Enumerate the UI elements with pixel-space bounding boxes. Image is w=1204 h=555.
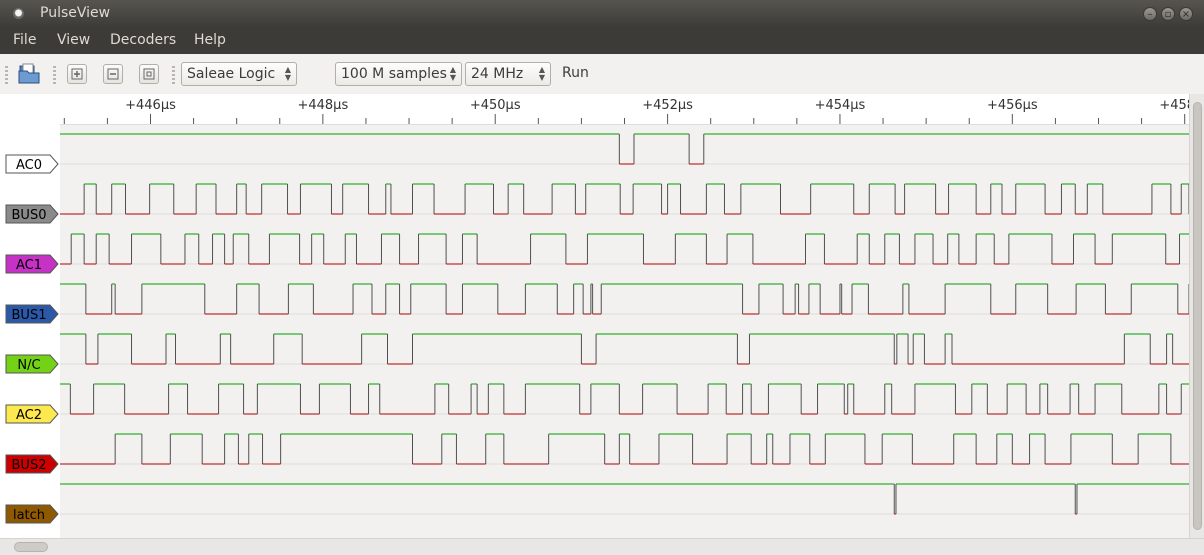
zoom-in-icon (71, 68, 83, 80)
run-button[interactable]: Run (562, 65, 589, 81)
close-button[interactable]: × (1179, 7, 1193, 21)
channel-name: latch (13, 508, 45, 523)
sample-rate-value: 24 MHz (471, 66, 524, 82)
vertical-scrollbar[interactable] (1189, 94, 1204, 538)
trace-bus0 (60, 183, 1189, 215)
toolbar-grip-3[interactable] (172, 66, 175, 84)
trace-latch (60, 483, 1189, 515)
channel-label-bus1[interactable]: BUS1 (5, 304, 59, 324)
channel-name: BUS0 (12, 208, 47, 223)
trace-ac0 (60, 133, 1189, 165)
menu-help[interactable]: Help (194, 32, 226, 48)
maximize-button[interactable]: ▫ (1161, 7, 1175, 21)
menu-decoders[interactable]: Decoders (110, 32, 176, 48)
channel-label-latch[interactable]: latch (5, 504, 59, 524)
device-select[interactable]: Saleae Logic ▲ ▼ (181, 62, 297, 86)
ruler-tick-label: +448µs (297, 98, 348, 113)
trace-ac2 (60, 383, 1189, 415)
device-select-value: Saleae Logic (187, 66, 276, 82)
time-ruler[interactable]: +446µs +448µs +450µs +452µs +454µs +456µs +458… (60, 94, 1190, 125)
title-bar: PulseView – ▫ × (0, 0, 1204, 28)
channel-label-ac0[interactable]: AC0 (5, 154, 59, 174)
channel-name: BUS2 (12, 458, 47, 473)
menu-bar: File View Decoders Help (0, 28, 1204, 54)
ruler-ticks: +446µs +448µs +450µs +452µs +454µs +456µs +458… (63, 98, 1190, 124)
horizontal-scrollbar-thumb[interactable] (14, 542, 48, 552)
channel-label-nc[interactable]: N/C (5, 354, 59, 374)
channel-label-bus2[interactable]: BUS2 (5, 454, 59, 474)
trace-nc (60, 333, 1189, 365)
channel-name: BUS1 (12, 308, 47, 323)
zoom-fit-button[interactable] (139, 64, 159, 84)
channel-name: AC2 (16, 408, 42, 423)
ruler-tick-label: +458µs (1159, 98, 1190, 113)
spin-arrows-icon: ▲ ▼ (538, 65, 545, 82)
ruler-tick-label: +446µs (125, 98, 176, 113)
zoom-out-button[interactable] (103, 64, 123, 84)
horizontal-scrollbar[interactable] (0, 538, 1204, 555)
window-title: PulseView (40, 5, 111, 21)
ruler-tick-label: +456µs (987, 98, 1038, 113)
spin-arrows-icon: ▲ ▼ (449, 65, 456, 82)
sample-count-value: 100 M samples (341, 66, 447, 82)
channel-label-ac1[interactable]: AC1 (5, 254, 59, 274)
trace-ac1 (60, 233, 1189, 265)
zoom-out-icon (107, 68, 119, 80)
ruler-tick-label: +450µs (470, 98, 521, 113)
ruler-tick-label: +452µs (642, 98, 693, 113)
app-menu-icon[interactable] (13, 8, 24, 19)
minimize-button[interactable]: – (1143, 7, 1157, 21)
sample-count-select[interactable]: 100 M samples ▲ ▼ (335, 62, 462, 86)
trace-bus1 (60, 283, 1189, 315)
zoom-fit-icon (143, 68, 155, 80)
zoom-in-button[interactable] (67, 64, 87, 84)
open-file-icon[interactable] (18, 63, 42, 89)
channel-labels: AC0 BUS0 AC1 BUS1 N/C AC2 BUS2 latch (5, 154, 59, 524)
menu-file[interactable]: File (13, 32, 36, 48)
channel-name: AC1 (16, 258, 42, 273)
channel-label-ac2[interactable]: AC2 (5, 404, 59, 424)
menu-view[interactable]: View (57, 32, 90, 48)
toolbar-grip[interactable] (5, 66, 8, 84)
spin-arrows-icon: ▲ ▼ (284, 65, 291, 82)
channel-name: N/C (17, 358, 40, 373)
toolbar: Saleae Logic ▲ ▼ 100 M samples ▲ ▼ 24 MHz … (0, 54, 1204, 95)
channel-name: AC0 (16, 158, 42, 173)
vertical-scrollbar-thumb[interactable] (1193, 102, 1202, 530)
toolbar-grip-2[interactable] (53, 66, 56, 84)
trace-bus2 (60, 433, 1189, 465)
trace-view[interactable] (60, 124, 1189, 538)
channel-header-area: AC0 BUS0 AC1 BUS1 N/C AC2 BUS2 latch (0, 94, 60, 538)
ruler-tick-label: +454µs (815, 98, 866, 113)
channel-label-bus0[interactable]: BUS0 (5, 204, 59, 224)
sample-rate-select[interactable]: 24 MHz ▲ ▼ (465, 62, 551, 86)
